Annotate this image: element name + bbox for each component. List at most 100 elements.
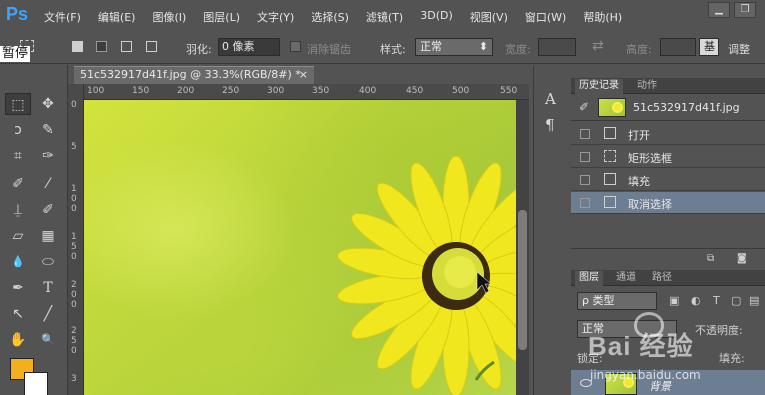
height-input[interactable]	[660, 38, 696, 56]
minimize-button[interactable]: ▁	[708, 2, 730, 18]
marquee-tool-icon[interactable]: ⬚	[5, 93, 31, 115]
history-brush-icon[interactable]: ✐	[35, 199, 61, 221]
pen-tool-icon[interactable]: ✒	[5, 277, 31, 299]
tab-history[interactable]: 历史记录	[575, 79, 623, 94]
dodge-tool-icon[interactable]: ⬭	[35, 251, 61, 273]
eyedropper-tool-icon[interactable]: ✑	[35, 145, 61, 167]
menu-type[interactable]: 文字(Y)	[257, 9, 294, 25]
intersect-selection-icon[interactable]	[146, 41, 157, 52]
path-select-icon[interactable]: ↖	[5, 303, 31, 325]
layers-panel-tabs: 图层 通道 路径	[571, 270, 765, 286]
new-selection-icon[interactable]	[72, 41, 83, 52]
menu-help[interactable]: 帮助(H)	[583, 9, 622, 25]
menu-file[interactable]: 文件(F)	[44, 9, 81, 25]
swap-icon[interactable]: ⇄	[592, 38, 604, 54]
crop-tool-icon[interactable]: ⌗	[5, 145, 31, 167]
brush-tool-icon[interactable]: ⁄	[35, 173, 61, 195]
restore-button[interactable]: ❐	[734, 2, 756, 18]
main-menu: 文件(F) 编辑(E) 图像(I) 图层(L) 文字(Y) 选择(S) 滤镜(T…	[44, 9, 639, 25]
quick-select-tool-icon[interactable]: ✎	[35, 119, 61, 141]
filter-adjustment-icon[interactable]: ◐	[691, 294, 701, 307]
character-panel-icon[interactable]: A	[545, 90, 556, 108]
tab-channels[interactable]: 通道	[612, 271, 640, 286]
ruler-v-label: 1	[71, 232, 77, 242]
healing-brush-icon[interactable]: ✐	[5, 173, 31, 195]
antialias-label: 消除锯齿	[307, 43, 351, 56]
history-source-checkbox[interactable]	[580, 198, 590, 208]
new-document-from-state-icon[interactable]: ⧉	[707, 253, 714, 264]
history-item[interactable]: 打开	[571, 123, 765, 145]
horizontal-ruler: 100 150 200 250 300 350 400 450 500 550	[84, 84, 529, 100]
history-source-checkbox[interactable]	[580, 175, 590, 185]
lasso-tool-icon[interactable]: ↄ	[5, 119, 31, 141]
refine-edge-button[interactable]: 基	[699, 38, 719, 56]
menu-view[interactable]: 视图(V)	[470, 9, 508, 25]
subtract-selection-icon[interactable]	[121, 41, 132, 52]
filter-pixel-icon[interactable]: ▣	[669, 294, 679, 307]
history-item-label: 矩形选框	[628, 152, 672, 165]
document-tab[interactable]: 51c532917d41f.jpg @ 33.3%(RGB/8#) * ×	[74, 66, 314, 84]
fill-step-icon	[604, 173, 616, 185]
width-input[interactable]	[538, 38, 576, 56]
history-snapshot[interactable]: ✐ 51c532917d41f.jpg	[571, 95, 765, 121]
history-item-label: 取消选择	[628, 198, 672, 211]
document-canvas[interactable]	[84, 100, 516, 395]
antialias-checkbox[interactable]	[290, 41, 301, 52]
history-item[interactable]: 填充	[571, 169, 765, 191]
ruler-v-label: 5	[71, 242, 77, 252]
menu-edit[interactable]: 编辑(E)	[98, 9, 136, 25]
canvas-scrollbar[interactable]	[516, 100, 529, 395]
menu-3d[interactable]: 3D(D)	[420, 9, 453, 25]
scrollbar-thumb[interactable]	[518, 210, 527, 350]
tab-actions[interactable]: 动作	[633, 79, 661, 94]
style-label: 样式:	[380, 43, 406, 56]
ruler-h-label: 300	[267, 86, 285, 96]
history-source-checkbox[interactable]	[580, 129, 590, 139]
paragraph-panel-icon[interactable]: ¶	[545, 116, 555, 134]
layer-filter-select[interactable]: ρ 类型	[577, 292, 657, 310]
type-tool-icon[interactable]: T	[35, 277, 61, 299]
ruler-v-label: 0	[71, 290, 77, 300]
history-panel-tabs: 历史记录 动作	[571, 78, 765, 94]
filter-smart-icon[interactable]: ▤	[749, 294, 759, 307]
ruler-h-label: 200	[177, 86, 195, 96]
height-label: 高度:	[626, 43, 652, 56]
close-icon[interactable]: ×	[299, 67, 308, 83]
menu-select[interactable]: 选择(S)	[311, 9, 349, 25]
history-brush-source-icon[interactable]: ✐	[579, 100, 589, 114]
move-tool-icon[interactable]: ✥	[35, 93, 61, 115]
menu-filter[interactable]: 滤镜(T)	[366, 9, 403, 25]
deselect-step-icon	[604, 196, 616, 208]
add-selection-icon[interactable]	[96, 41, 107, 52]
filter-type-icon[interactable]: T	[713, 294, 720, 307]
refine-edge-label[interactable]: 调整	[728, 41, 750, 57]
history-item-selected[interactable]: 取消选择	[571, 192, 765, 214]
menu-image[interactable]: 图像(I)	[152, 9, 186, 25]
history-item[interactable]: 矩形选框	[571, 146, 765, 168]
ruler-v-label: 0	[71, 300, 77, 310]
snapshot-thumbnail	[598, 98, 626, 117]
eraser-tool-icon[interactable]: ▱	[5, 225, 31, 247]
menu-layer[interactable]: 图层(L)	[203, 9, 240, 25]
style-select[interactable]: 正常 ⬍	[415, 38, 493, 56]
hand-tool-icon[interactable]: ✋	[5, 329, 31, 351]
blur-tool-icon[interactable]: 💧	[5, 251, 31, 273]
chevron-down-icon: ⬍	[478, 40, 488, 53]
sunflower-image	[337, 155, 516, 395]
feather-input[interactable]: 0 像素	[218, 38, 280, 56]
ruler-v-label: 0	[71, 204, 77, 214]
zoom-tool-icon[interactable]: 🔍	[35, 329, 61, 351]
clone-stamp-icon[interactable]: ⍊	[5, 199, 31, 221]
history-source-checkbox[interactable]	[580, 152, 590, 162]
line-tool-icon[interactable]: ╱	[35, 303, 61, 325]
camera-snapshot-icon[interactable]: ◙	[737, 253, 747, 264]
filter-shape-icon[interactable]: ▢	[731, 294, 741, 307]
collapsed-panel-strip: A ¶	[533, 66, 571, 395]
open-document-icon	[604, 127, 616, 139]
gradient-tool-icon[interactable]: ▦	[35, 225, 61, 247]
tab-paths[interactable]: 路径	[648, 271, 676, 286]
tab-layers[interactable]: 图层	[575, 271, 603, 286]
menu-window[interactable]: 窗口(W)	[525, 9, 566, 25]
background-color-swatch[interactable]	[24, 372, 48, 395]
watermark-url: jingyan.baidu.com	[590, 368, 701, 382]
